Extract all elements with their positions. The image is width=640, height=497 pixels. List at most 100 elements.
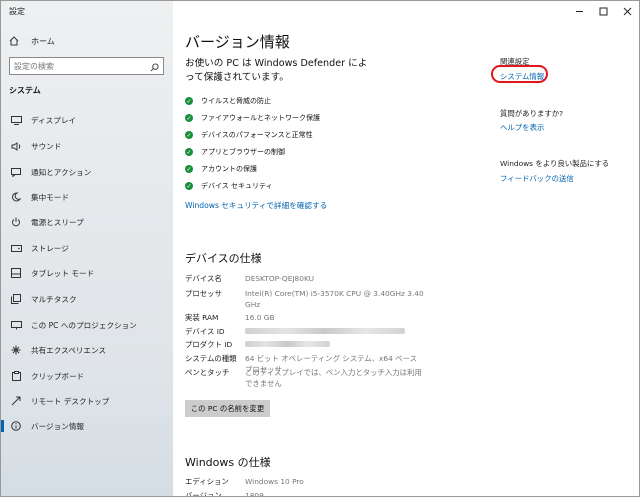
check-item: ✓ アプリとブラウザーの制御 bbox=[185, 146, 285, 158]
sidebar-section-title: システム bbox=[9, 86, 41, 95]
security-details-link[interactable]: Windows セキュリティで詳細を確認する bbox=[185, 200, 327, 211]
sidebar-item-label: リモート デスクトップ bbox=[31, 396, 110, 406]
spec-key: バージョン bbox=[185, 491, 222, 497]
sidebar-item-remote-desktop[interactable]: リモート デスクトップ bbox=[1, 390, 173, 412]
minimize-icon bbox=[575, 10, 583, 12]
sidebar-item-sound[interactable]: サウンド bbox=[1, 135, 173, 157]
windows-spec-title: Windows の仕様 bbox=[185, 456, 271, 469]
close-icon bbox=[623, 7, 631, 15]
projection-icon bbox=[9, 319, 23, 331]
notification-icon bbox=[9, 166, 23, 178]
check-label: デバイス セキュリティ bbox=[201, 182, 273, 190]
sidebar-item-label: 共有エクスペリエンス bbox=[31, 345, 107, 355]
sound-icon bbox=[9, 140, 23, 152]
search-icon[interactable] bbox=[150, 57, 159, 76]
spec-row-edition: エディション Windows 10 Pro bbox=[185, 476, 425, 487]
info-icon bbox=[9, 420, 23, 432]
spec-key: デバイス ID bbox=[185, 327, 225, 336]
checkmark-icon: ✓ bbox=[185, 131, 193, 139]
sidebar-item-multitask[interactable]: マルチタスク bbox=[1, 288, 173, 310]
spec-key: 実装 RAM bbox=[185, 313, 219, 322]
minimize-button[interactable] bbox=[567, 4, 591, 18]
spec-row-device-name: デバイス名 DESKTOP-QEJ80KU bbox=[185, 273, 425, 284]
remote-icon bbox=[9, 395, 23, 407]
help-link[interactable]: ヘルプを表示 bbox=[500, 122, 544, 133]
sidebar-item-shared-experiences[interactable]: 共有エクスペリエンス bbox=[1, 339, 173, 361]
sidebar-item-storage[interactable]: ストレージ bbox=[1, 237, 173, 259]
sidebar: 設定 ホーム システム ディスプレイ サウンド bbox=[1, 1, 173, 496]
sidebar-item-label: タブレット モード bbox=[31, 268, 95, 278]
improve-title: Windows をより良い製品にする bbox=[500, 159, 610, 168]
sidebar-item-focus[interactable]: 集中モード bbox=[1, 186, 173, 208]
settings-window: 設定 ホーム システム ディスプレイ サウンド bbox=[0, 0, 640, 497]
sidebar-item-power[interactable]: 電源とスリープ bbox=[1, 211, 173, 233]
check-item: ✓ アカウントの保護 bbox=[185, 163, 257, 175]
storage-icon bbox=[9, 242, 23, 254]
spec-value: 1809 bbox=[245, 491, 264, 497]
home-label: ホーム bbox=[31, 36, 55, 46]
sidebar-item-clipboard[interactable]: クリップボード bbox=[1, 365, 173, 387]
sidebar-item-label: マルチタスク bbox=[31, 294, 77, 304]
feedback-link[interactable]: フィードバックの送信 bbox=[500, 173, 574, 184]
home-nav-item[interactable]: ホーム bbox=[9, 34, 55, 48]
sidebar-item-label: この PC へのプロジェクション bbox=[31, 320, 137, 330]
spec-key: プロセッサ bbox=[185, 289, 222, 298]
spec-row-device-id: デバイス ID bbox=[185, 326, 425, 337]
multitask-icon bbox=[9, 293, 23, 305]
close-button[interactable] bbox=[615, 4, 639, 18]
checkmark-icon: ✓ bbox=[185, 148, 193, 156]
check-item: ✓ ファイアウォールとネットワーク保護 bbox=[185, 112, 320, 124]
tablet-icon bbox=[9, 267, 23, 279]
home-icon bbox=[9, 36, 23, 46]
spec-value: Intel(R) Core(TM) i5-3570K CPU @ 3.40GHz… bbox=[245, 289, 424, 309]
sidebar-item-label: 通知とアクション bbox=[31, 167, 92, 177]
checkmark-icon: ✓ bbox=[185, 97, 193, 105]
sidebar-item-projection[interactable]: この PC へのプロジェクション bbox=[1, 314, 173, 336]
spec-row-pen-touch: ペンとタッチ このディスプレイでは、ペン入力とタッチ入力は利用できません bbox=[185, 367, 425, 389]
spec-key: ペンとタッチ bbox=[185, 368, 230, 377]
page-title: バージョン情報 bbox=[185, 33, 290, 51]
check-label: ファイアウォールとネットワーク保護 bbox=[201, 114, 320, 122]
display-icon bbox=[9, 114, 23, 126]
search-input[interactable] bbox=[14, 61, 144, 71]
checkmark-icon: ✓ bbox=[185, 114, 193, 122]
main-content: バージョン情報 お使いの PC は Windows Defender によって保… bbox=[173, 1, 639, 497]
focus-moon-icon bbox=[9, 191, 23, 203]
maximize-button[interactable] bbox=[591, 4, 615, 18]
blurred-device-id bbox=[245, 326, 425, 337]
spec-key: プロダクト ID bbox=[185, 340, 233, 349]
check-item: ✓ デバイスのパフォーマンスと正常性 bbox=[185, 129, 313, 141]
clipboard-icon bbox=[9, 370, 23, 382]
sidebar-item-label: ディスプレイ bbox=[31, 115, 77, 125]
device-spec-title: デバイスの仕様 bbox=[185, 252, 262, 265]
sidebar-item-about[interactable]: バージョン情報 bbox=[1, 415, 173, 437]
spec-key: エディション bbox=[185, 477, 229, 486]
spec-key: デバイス名 bbox=[185, 274, 222, 283]
check-label: アプリとブラウザーの制御 bbox=[201, 148, 285, 156]
sidebar-item-notifications[interactable]: 通知とアクション bbox=[1, 161, 173, 183]
spec-row-version: バージョン 1809 bbox=[185, 490, 425, 497]
check-label: アカウントの保護 bbox=[201, 165, 257, 173]
check-item: ✓ ウイルスと脅威の防止 bbox=[185, 95, 271, 107]
check-label: デバイスのパフォーマンスと正常性 bbox=[201, 131, 313, 139]
spec-row-ram: 実装 RAM 16.0 GB bbox=[185, 312, 425, 323]
maximize-icon bbox=[599, 7, 607, 15]
spec-value: DESKTOP-QEJ80KU bbox=[245, 274, 315, 283]
window-title: 設定 bbox=[9, 7, 25, 16]
sidebar-item-label: ストレージ bbox=[31, 243, 69, 253]
checkmark-icon: ✓ bbox=[185, 165, 193, 173]
search-box[interactable] bbox=[9, 57, 164, 75]
sidebar-item-tablet-mode[interactable]: タブレット モード bbox=[1, 262, 173, 284]
question-title: 質問がありますか? bbox=[500, 109, 564, 118]
sidebar-item-display[interactable]: ディスプレイ bbox=[1, 109, 173, 131]
sidebar-item-label: クリップボード bbox=[31, 371, 85, 381]
sidebar-item-label: 集中モード bbox=[31, 192, 69, 202]
power-icon bbox=[9, 216, 23, 228]
rename-pc-button[interactable]: この PC の名前を変更 bbox=[185, 400, 270, 417]
spec-row-product-id: プロダクト ID bbox=[185, 339, 425, 350]
protection-status-text: お使いの PC は Windows Defender によって保護されています。 bbox=[185, 58, 368, 83]
spec-value: Windows 10 Pro bbox=[245, 477, 304, 486]
checkmark-icon: ✓ bbox=[185, 182, 193, 190]
spec-row-processor: プロセッサ Intel(R) Core(TM) i5-3570K CPU @ 3… bbox=[185, 288, 425, 310]
sidebar-item-label: バージョン情報 bbox=[31, 421, 85, 431]
